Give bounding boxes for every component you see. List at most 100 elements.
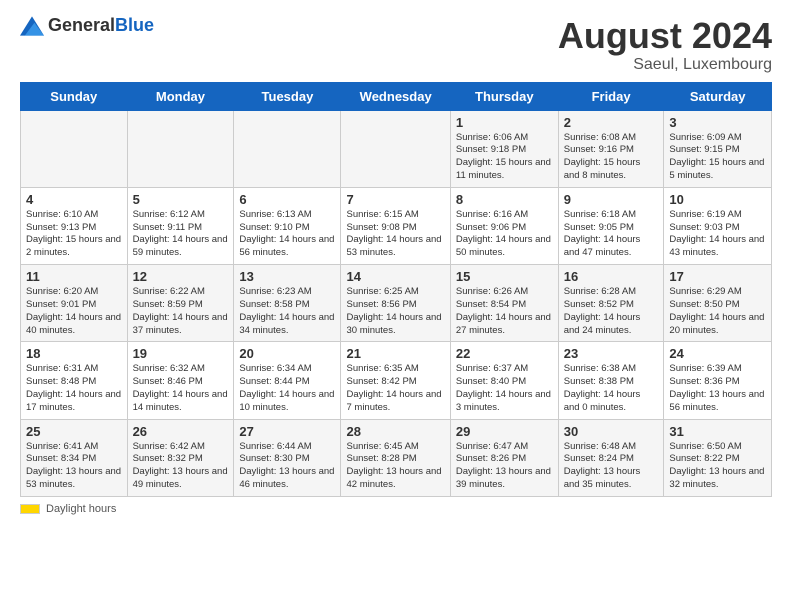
calendar-cell: 5 Sunrise: 6:12 AM Sunset: 9:11 PM Daylig…: [127, 187, 234, 264]
day-number: 9: [564, 192, 659, 207]
page-header: GeneralBlue August 2024 Saeul, Luxembour…: [20, 16, 772, 74]
day-number: 10: [669, 192, 766, 207]
day-info: Sunrise: 6:25 AM Sunset: 8:56 PM Dayligh…: [346, 286, 444, 337]
calendar-cell: 25Sunrise: 6:41 AM Sunset: 8:34 PM Dayli…: [21, 419, 128, 496]
calendar-cell: 24 Sunrise: 6:39 AM Sunset: 8:36 PM Dayli…: [664, 342, 772, 419]
calendar-cell: 30 Sunrise: 6:48 AM Sunset: 8:24 PM Dayli…: [558, 419, 664, 496]
day-number: 22: [456, 346, 553, 361]
day-number: 12: [133, 269, 229, 284]
day-number: 6: [239, 192, 335, 207]
day-number: 5: [133, 192, 229, 207]
title-block: August 2024 Saeul, Luxembourg: [558, 16, 772, 74]
calendar-cell: [127, 110, 234, 187]
day-number: 24: [669, 346, 766, 361]
calendar-week-row: 1Sunrise: 6:06 AM Sunset: 9:18 PM Daylig…: [21, 110, 772, 187]
calendar-cell: 1Sunrise: 6:06 AM Sunset: 9:18 PM Daylig…: [450, 110, 558, 187]
calendar-cell: 6 Sunrise: 6:13 AM Sunset: 9:10 PM Daylig…: [234, 187, 341, 264]
day-info: Sunrise: 6:44 AM Sunset: 8:30 PM Dayligh…: [239, 441, 335, 492]
calendar-day-header: Monday: [127, 82, 234, 110]
day-number: 29: [456, 424, 553, 439]
calendar-week-row: 18 Sunrise: 6:31 AM Sunset: 8:48 PM Dayli…: [21, 342, 772, 419]
calendar-cell: [341, 110, 450, 187]
calendar-cell: 22 Sunrise: 6:37 AM Sunset: 8:40 PM Dayli…: [450, 342, 558, 419]
day-number: 16: [564, 269, 659, 284]
day-number: 18: [26, 346, 122, 361]
calendar-day-header: Thursday: [450, 82, 558, 110]
calendar-cell: 18 Sunrise: 6:31 AM Sunset: 8:48 PM Dayli…: [21, 342, 128, 419]
day-info: Sunrise: 6:28 AM Sunset: 8:52 PM Dayligh…: [564, 286, 659, 337]
calendar-cell: 27 Sunrise: 6:44 AM Sunset: 8:30 PM Dayli…: [234, 419, 341, 496]
calendar-cell: 19Sunrise: 6:32 AM Sunset: 8:46 PM Dayli…: [127, 342, 234, 419]
day-info: Sunrise: 6:39 AM Sunset: 8:36 PM Dayligh…: [669, 363, 766, 414]
calendar-day-header: Wednesday: [341, 82, 450, 110]
day-number: 13: [239, 269, 335, 284]
day-number: 28: [346, 424, 444, 439]
day-info: Sunrise: 6:35 AM Sunset: 8:42 PM Dayligh…: [346, 363, 444, 414]
day-info: Sunrise: 6:45 AM Sunset: 8:28 PM Dayligh…: [346, 441, 444, 492]
day-number: 27: [239, 424, 335, 439]
day-number: 30: [564, 424, 659, 439]
calendar-cell: 20Sunrise: 6:34 AM Sunset: 8:44 PM Dayli…: [234, 342, 341, 419]
calendar-week-row: 25Sunrise: 6:41 AM Sunset: 8:34 PM Dayli…: [21, 419, 772, 496]
calendar-cell: 8 Sunrise: 6:16 AM Sunset: 9:06 PM Daylig…: [450, 187, 558, 264]
day-info: Sunrise: 6:20 AM Sunset: 9:01 PM Dayligh…: [26, 286, 122, 337]
day-number: 31: [669, 424, 766, 439]
day-info: Sunrise: 6:19 AM Sunset: 9:03 PM Dayligh…: [669, 209, 766, 260]
day-info: Sunrise: 6:12 AM Sunset: 9:11 PM Dayligh…: [133, 209, 229, 260]
day-info: Sunrise: 6:31 AM Sunset: 8:48 PM Dayligh…: [26, 363, 122, 414]
day-number: 21: [346, 346, 444, 361]
day-info: Sunrise: 6:37 AM Sunset: 8:40 PM Dayligh…: [456, 363, 553, 414]
calendar-cell: 14Sunrise: 6:25 AM Sunset: 8:56 PM Dayli…: [341, 265, 450, 342]
day-number: 20: [239, 346, 335, 361]
calendar-day-header: Sunday: [21, 82, 128, 110]
calendar-cell: 28 Sunrise: 6:45 AM Sunset: 8:28 PM Dayli…: [341, 419, 450, 496]
calendar-footer: Daylight hours: [20, 503, 772, 515]
calendar-cell: 16 Sunrise: 6:28 AM Sunset: 8:52 PM Dayli…: [558, 265, 664, 342]
calendar-cell: 21 Sunrise: 6:35 AM Sunset: 8:42 PM Dayli…: [341, 342, 450, 419]
calendar-cell: 31Sunrise: 6:50 AM Sunset: 8:22 PM Dayli…: [664, 419, 772, 496]
logo-text-blue: Blue: [115, 15, 154, 35]
calendar-cell: 12 Sunrise: 6:22 AM Sunset: 8:59 PM Dayli…: [127, 265, 234, 342]
day-info: Sunrise: 6:41 AM Sunset: 8:34 PM Dayligh…: [26, 441, 122, 492]
day-info: Sunrise: 6:48 AM Sunset: 8:24 PM Dayligh…: [564, 441, 659, 492]
day-number: 23: [564, 346, 659, 361]
calendar-day-header: Tuesday: [234, 82, 341, 110]
day-number: 8: [456, 192, 553, 207]
day-number: 4: [26, 192, 122, 207]
calendar-cell: 11 Sunrise: 6:20 AM Sunset: 9:01 PM Dayli…: [21, 265, 128, 342]
calendar-cell: 7Sunrise: 6:15 AM Sunset: 9:08 PM Daylig…: [341, 187, 450, 264]
day-info: Sunrise: 6:38 AM Sunset: 8:38 PM Dayligh…: [564, 363, 659, 414]
calendar-day-header: Friday: [558, 82, 664, 110]
day-number: 2: [564, 115, 659, 130]
daylight-label: Daylight hours: [46, 503, 116, 515]
calendar-cell: 2Sunrise: 6:08 AM Sunset: 9:16 PM Daylig…: [558, 110, 664, 187]
day-info: Sunrise: 6:42 AM Sunset: 8:32 PM Dayligh…: [133, 441, 229, 492]
day-number: 11: [26, 269, 122, 284]
day-info: Sunrise: 6:22 AM Sunset: 8:59 PM Dayligh…: [133, 286, 229, 337]
calendar-cell: 17 Sunrise: 6:29 AM Sunset: 8:50 PM Dayli…: [664, 265, 772, 342]
day-info: Sunrise: 6:32 AM Sunset: 8:46 PM Dayligh…: [133, 363, 229, 414]
day-info: Sunrise: 6:13 AM Sunset: 9:10 PM Dayligh…: [239, 209, 335, 260]
logo-icon: [20, 16, 44, 36]
calendar-cell: 9Sunrise: 6:18 AM Sunset: 9:05 PM Daylig…: [558, 187, 664, 264]
day-number: 1: [456, 115, 553, 130]
logo: GeneralBlue: [20, 16, 154, 36]
calendar-cell: 26 Sunrise: 6:42 AM Sunset: 8:32 PM Dayli…: [127, 419, 234, 496]
calendar-week-row: 11 Sunrise: 6:20 AM Sunset: 9:01 PM Dayli…: [21, 265, 772, 342]
day-info: Sunrise: 6:29 AM Sunset: 8:50 PM Dayligh…: [669, 286, 766, 337]
day-info: Sunrise: 6:10 AM Sunset: 9:13 PM Dayligh…: [26, 209, 122, 260]
calendar-header-row: SundayMondayTuesdayWednesdayThursdayFrid…: [21, 82, 772, 110]
calendar-cell: 4 Sunrise: 6:10 AM Sunset: 9:13 PM Daylig…: [21, 187, 128, 264]
day-number: 15: [456, 269, 553, 284]
day-number: 26: [133, 424, 229, 439]
daylight-bar-icon: [20, 504, 40, 514]
calendar-week-row: 4 Sunrise: 6:10 AM Sunset: 9:13 PM Daylig…: [21, 187, 772, 264]
day-info: Sunrise: 6:23 AM Sunset: 8:58 PM Dayligh…: [239, 286, 335, 337]
calendar-cell: 3Sunrise: 6:09 AM Sunset: 9:15 PM Daylig…: [664, 110, 772, 187]
day-number: 3: [669, 115, 766, 130]
day-info: Sunrise: 6:16 AM Sunset: 9:06 PM Dayligh…: [456, 209, 553, 260]
location-title: Saeul, Luxembourg: [558, 56, 772, 74]
calendar-table: SundayMondayTuesdayWednesdayThursdayFrid…: [20, 82, 772, 497]
day-number: 17: [669, 269, 766, 284]
day-info: Sunrise: 6:47 AM Sunset: 8:26 PM Dayligh…: [456, 441, 553, 492]
